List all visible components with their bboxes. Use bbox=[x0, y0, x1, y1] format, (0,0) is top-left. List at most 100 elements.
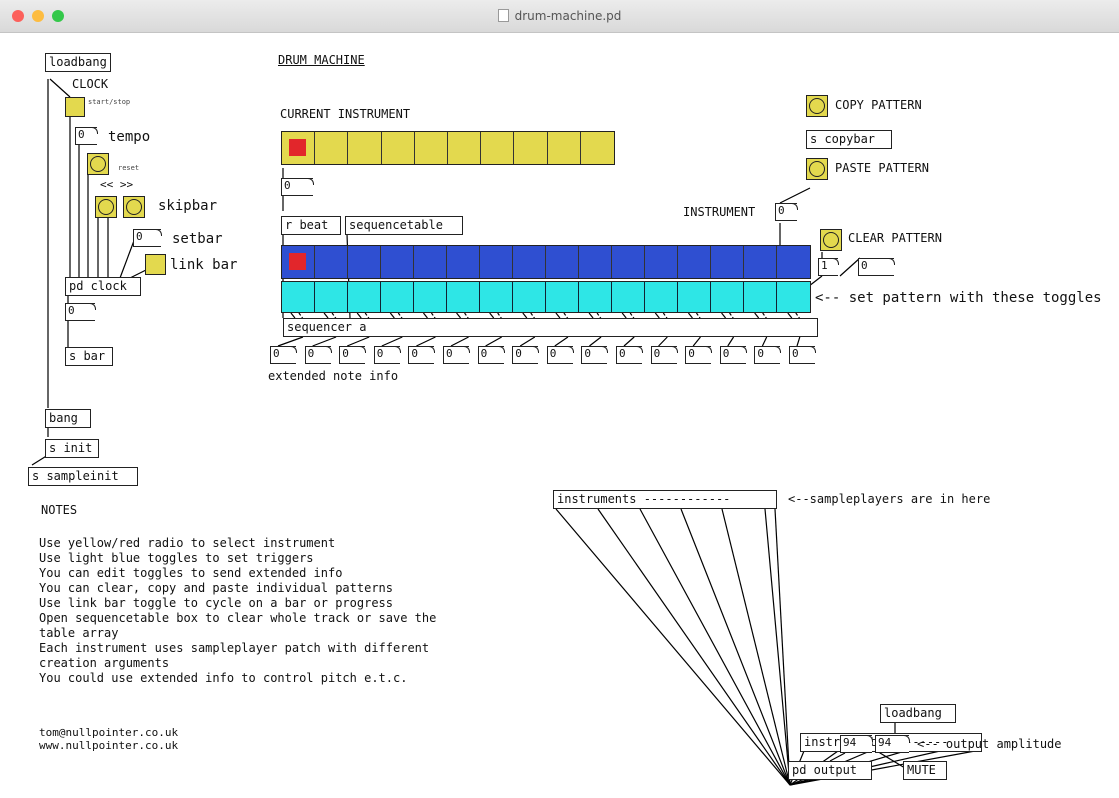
beat-radio-cell[interactable] bbox=[777, 246, 810, 278]
beat-radio-cell[interactable] bbox=[546, 246, 579, 278]
pd-clock-object[interactable]: pd clock bbox=[65, 277, 141, 296]
instruments-object[interactable]: instruments ------------ bbox=[553, 490, 777, 509]
instrument-radio-cell[interactable] bbox=[282, 132, 316, 164]
contact-website: www.nullpointer.co.uk bbox=[39, 739, 179, 752]
link-bar-toggle[interactable] bbox=[145, 254, 166, 275]
note-info-number[interactable]: 0 bbox=[789, 346, 816, 364]
amplitude-left-number[interactable]: 94 bbox=[840, 735, 873, 753]
pattern-toggle[interactable] bbox=[414, 282, 447, 312]
beat-radio-cell[interactable] bbox=[381, 246, 414, 278]
note-info-number[interactable]: 0 bbox=[581, 346, 609, 364]
note-info-number[interactable]: 0 bbox=[650, 346, 678, 364]
note-info-number[interactable]: 0 bbox=[373, 346, 401, 364]
paste-pattern-bang[interactable] bbox=[806, 158, 828, 180]
beat-radio-cell[interactable] bbox=[513, 246, 546, 278]
send-copybar-object[interactable]: s copybar bbox=[806, 130, 892, 149]
clear-pattern-bang[interactable] bbox=[820, 229, 842, 251]
sequencetable-object[interactable]: sequencetable bbox=[345, 216, 463, 235]
clear-trigger-number[interactable]: 1 bbox=[818, 258, 839, 276]
amplitude-right-number[interactable]: 94 bbox=[875, 735, 910, 753]
instrument-radio-cell[interactable] bbox=[448, 132, 482, 164]
instrument-radio-cell[interactable] bbox=[481, 132, 515, 164]
setbar-number[interactable]: 0 bbox=[133, 229, 162, 247]
note-info-number[interactable]: 0 bbox=[443, 346, 470, 364]
beat-radio-cell[interactable] bbox=[480, 246, 513, 278]
bang-message[interactable]: bang bbox=[45, 409, 91, 428]
contact-info: tom@nullpointer.co.uk www.nullpointer.co.… bbox=[39, 726, 178, 752]
sequencer-object[interactable]: sequencer a bbox=[283, 318, 818, 337]
note-line: Each instrument uses sampleplayer patch … bbox=[39, 641, 430, 655]
patch-canvas[interactable]: loadbang CLOCK start/stop 0 tempo reset … bbox=[0, 33, 1119, 798]
pattern-toggle[interactable] bbox=[546, 282, 579, 312]
instrument-value-number[interactable]: 0 bbox=[775, 203, 798, 221]
instrument-number[interactable]: 0 bbox=[281, 178, 314, 196]
start-stop-toggle[interactable] bbox=[65, 97, 85, 117]
beat-radio-cell[interactable] bbox=[282, 246, 315, 278]
note-info-number[interactable]: 0 bbox=[512, 346, 540, 364]
reset-label: reset bbox=[118, 164, 140, 172]
pattern-toggle[interactable] bbox=[579, 282, 612, 312]
beat-radio[interactable] bbox=[281, 245, 811, 279]
mute-message[interactable]: MUTE bbox=[903, 761, 947, 780]
send-init-object[interactable]: s init bbox=[45, 439, 99, 458]
loadbang-object[interactable]: loadbang bbox=[45, 53, 111, 72]
note-info-number[interactable]: 0 bbox=[754, 346, 782, 364]
pattern-toggle[interactable] bbox=[777, 282, 810, 312]
pattern-toggle[interactable] bbox=[711, 282, 744, 312]
beat-radio-cell[interactable] bbox=[447, 246, 480, 278]
note-info-number[interactable]: 0 bbox=[616, 346, 643, 364]
note-info-number[interactable]: 0 bbox=[304, 346, 332, 364]
note-info-number[interactable]: 0 bbox=[685, 346, 713, 364]
instrument-radio[interactable] bbox=[281, 131, 615, 165]
beat-radio-cell[interactable] bbox=[579, 246, 612, 278]
beat-radio-cell[interactable] bbox=[711, 246, 744, 278]
start-stop-label: start/stop bbox=[88, 98, 131, 106]
beat-radio-cell[interactable] bbox=[678, 246, 711, 278]
bar-number[interactable]: 0 bbox=[65, 303, 96, 321]
pd-output-object[interactable]: pd output bbox=[788, 761, 872, 780]
instrument-radio-cell[interactable] bbox=[348, 132, 382, 164]
clear-value-number[interactable]: 0 bbox=[858, 258, 895, 276]
pattern-toggle-row[interactable] bbox=[281, 281, 811, 313]
loadbang-output-object[interactable]: loadbang bbox=[880, 704, 956, 723]
skip-back-bang[interactable] bbox=[95, 196, 117, 218]
receive-beat-object[interactable]: r beat bbox=[281, 216, 341, 235]
pattern-toggle[interactable] bbox=[381, 282, 414, 312]
send-sampleinit-object[interactable]: s sampleinit bbox=[28, 467, 138, 486]
pattern-toggle[interactable] bbox=[744, 282, 777, 312]
note-info-number[interactable]: 0 bbox=[546, 346, 574, 364]
beat-radio-cell[interactable] bbox=[744, 246, 777, 278]
instrument-radio-cell[interactable] bbox=[382, 132, 415, 164]
paste-pattern-label: PASTE PATTERN bbox=[835, 161, 929, 175]
beat-radio-cell[interactable] bbox=[645, 246, 678, 278]
instrument-radio-cell[interactable] bbox=[315, 132, 349, 164]
tempo-number[interactable]: 0 bbox=[75, 127, 98, 145]
reset-bang[interactable] bbox=[87, 153, 109, 175]
pattern-toggle[interactable] bbox=[282, 282, 315, 312]
note-info-number[interactable]: 0 bbox=[719, 346, 747, 364]
instrument-radio-cell[interactable] bbox=[415, 132, 448, 164]
window-title: drum-machine.pd bbox=[0, 0, 1119, 32]
beat-radio-cell[interactable] bbox=[315, 246, 348, 278]
instrument-radio-cell[interactable] bbox=[581, 132, 614, 164]
beat-radio-cell[interactable] bbox=[612, 246, 645, 278]
skip-forward-bang[interactable] bbox=[123, 196, 145, 218]
beat-radio-cell[interactable] bbox=[414, 246, 447, 278]
pattern-toggle[interactable] bbox=[678, 282, 711, 312]
pattern-toggle[interactable] bbox=[612, 282, 645, 312]
note-info-number[interactable]: 0 bbox=[339, 346, 367, 364]
note-info-number[interactable]: 0 bbox=[270, 346, 297, 364]
pattern-toggle[interactable] bbox=[513, 282, 546, 312]
instrument-radio-cell[interactable] bbox=[514, 132, 548, 164]
pattern-toggle[interactable] bbox=[480, 282, 513, 312]
pattern-toggle[interactable] bbox=[315, 282, 348, 312]
copy-pattern-bang[interactable] bbox=[806, 95, 828, 117]
send-bar-object[interactable]: s bar bbox=[65, 347, 113, 366]
instrument-radio-cell[interactable] bbox=[548, 132, 581, 164]
note-info-number[interactable]: 0 bbox=[408, 346, 436, 364]
beat-radio-cell[interactable] bbox=[348, 246, 381, 278]
note-info-number[interactable]: 0 bbox=[477, 346, 505, 364]
pattern-toggle[interactable] bbox=[348, 282, 381, 312]
pattern-toggle[interactable] bbox=[447, 282, 480, 312]
pattern-toggle[interactable] bbox=[645, 282, 678, 312]
